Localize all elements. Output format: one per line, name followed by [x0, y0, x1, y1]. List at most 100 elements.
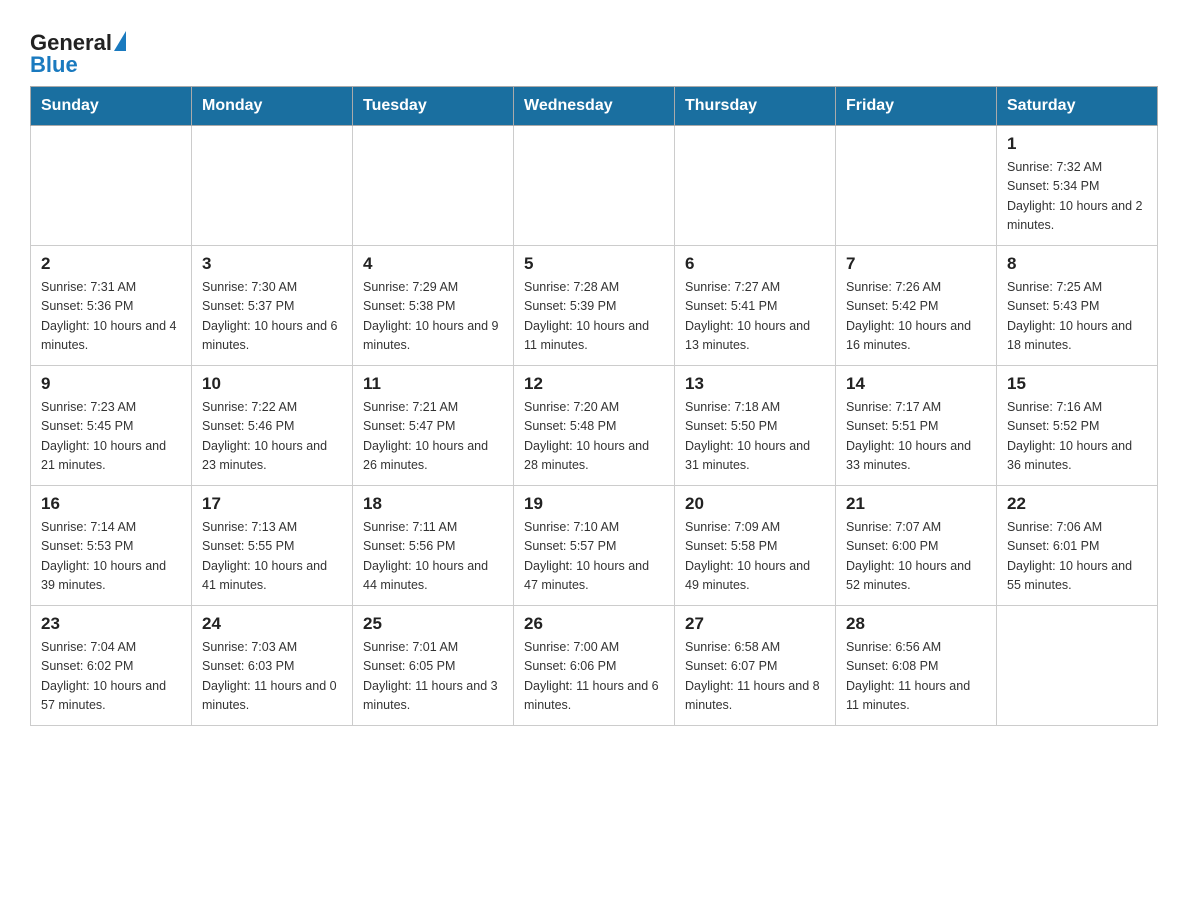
day-number: 14: [846, 374, 986, 394]
day-number: 1: [1007, 134, 1147, 154]
day-info: Sunrise: 7:28 AM Sunset: 5:39 PM Dayligh…: [524, 278, 664, 356]
calendar-cell: 23 Sunrise: 7:04 AM Sunset: 6:02 PM Dayli…: [31, 606, 192, 726]
calendar-header-wednesday: Wednesday: [514, 87, 675, 126]
day-info: Sunrise: 7:26 AM Sunset: 5:42 PM Dayligh…: [846, 278, 986, 356]
day-info: Sunrise: 7:25 AM Sunset: 5:43 PM Dayligh…: [1007, 278, 1147, 356]
day-number: 11: [363, 374, 503, 394]
day-number: 4: [363, 254, 503, 274]
calendar-cell: 7 Sunrise: 7:26 AM Sunset: 5:42 PM Daylig…: [836, 246, 997, 366]
day-info: Sunrise: 7:22 AM Sunset: 5:46 PM Dayligh…: [202, 398, 342, 476]
day-info: Sunrise: 7:03 AM Sunset: 6:03 PM Dayligh…: [202, 638, 342, 716]
calendar-cell: 26Sunrise: 7:00 AM Sunset: 6:06 PM Dayli…: [514, 606, 675, 726]
calendar-cell: 12 Sunrise: 7:20 AM Sunset: 5:48 PM Dayli…: [514, 366, 675, 486]
day-info: Sunrise: 7:07 AM Sunset: 6:00 PM Dayligh…: [846, 518, 986, 596]
calendar-cell: 15 Sunrise: 7:16 AM Sunset: 5:52 PM Dayli…: [997, 366, 1158, 486]
calendar-cell: 8 Sunrise: 7:25 AM Sunset: 5:43 PM Daylig…: [997, 246, 1158, 366]
day-number: 18: [363, 494, 503, 514]
calendar-header-friday: Friday: [836, 87, 997, 126]
day-info: Sunrise: 7:20 AM Sunset: 5:48 PM Dayligh…: [524, 398, 664, 476]
calendar-cell: 24 Sunrise: 7:03 AM Sunset: 6:03 PM Dayli…: [192, 606, 353, 726]
day-info: Sunrise: 7:11 AM Sunset: 5:56 PM Dayligh…: [363, 518, 503, 596]
calendar-cell: 28 Sunrise: 6:56 AM Sunset: 6:08 PM Dayli…: [836, 606, 997, 726]
calendar-week-row: 1 Sunrise: 7:32 AM Sunset: 5:34 PM Daylig…: [31, 126, 1158, 246]
calendar-cell: 14 Sunrise: 7:17 AM Sunset: 5:51 PM Dayli…: [836, 366, 997, 486]
calendar-cell: 19 Sunrise: 7:10 AM Sunset: 5:57 PM Dayli…: [514, 486, 675, 606]
calendar-header-monday: Monday: [192, 87, 353, 126]
calendar-cell: [675, 126, 836, 246]
calendar-cell: [997, 606, 1158, 726]
day-number: 12: [524, 374, 664, 394]
day-number: 19: [524, 494, 664, 514]
day-number: 8: [1007, 254, 1147, 274]
day-info: Sunrise: 7:32 AM Sunset: 5:34 PM Dayligh…: [1007, 158, 1147, 236]
day-info: Sunrise: 7:16 AM Sunset: 5:52 PM Dayligh…: [1007, 398, 1147, 476]
calendar-cell: 2Sunrise: 7:31 AM Sunset: 5:36 PM Daylig…: [31, 246, 192, 366]
calendar-cell: 27 Sunrise: 6:58 AM Sunset: 6:07 PM Dayli…: [675, 606, 836, 726]
day-info: Sunrise: 7:06 AM Sunset: 6:01 PM Dayligh…: [1007, 518, 1147, 596]
day-number: 27: [685, 614, 825, 634]
day-info: Sunrise: 6:58 AM Sunset: 6:07 PM Dayligh…: [685, 638, 825, 716]
day-info: Sunrise: 7:18 AM Sunset: 5:50 PM Dayligh…: [685, 398, 825, 476]
calendar-cell: 11Sunrise: 7:21 AM Sunset: 5:47 PM Dayli…: [353, 366, 514, 486]
calendar-cell: 9 Sunrise: 7:23 AM Sunset: 5:45 PM Daylig…: [31, 366, 192, 486]
calendar-header-thursday: Thursday: [675, 87, 836, 126]
day-number: 9: [41, 374, 181, 394]
calendar-week-row: 16Sunrise: 7:14 AM Sunset: 5:53 PM Dayli…: [31, 486, 1158, 606]
day-number: 23: [41, 614, 181, 634]
day-info: Sunrise: 7:27 AM Sunset: 5:41 PM Dayligh…: [685, 278, 825, 356]
calendar-cell: 10 Sunrise: 7:22 AM Sunset: 5:46 PM Dayli…: [192, 366, 353, 486]
calendar-cell: 5 Sunrise: 7:28 AM Sunset: 5:39 PM Daylig…: [514, 246, 675, 366]
calendar-header-tuesday: Tuesday: [353, 87, 514, 126]
day-number: 17: [202, 494, 342, 514]
day-info: Sunrise: 7:30 AM Sunset: 5:37 PM Dayligh…: [202, 278, 342, 356]
logo-blue: Blue: [30, 54, 78, 76]
calendar-header-saturday: Saturday: [997, 87, 1158, 126]
day-number: 7: [846, 254, 986, 274]
day-info: Sunrise: 7:13 AM Sunset: 5:55 PM Dayligh…: [202, 518, 342, 596]
calendar-cell: 3Sunrise: 7:30 AM Sunset: 5:37 PM Daylig…: [192, 246, 353, 366]
day-number: 6: [685, 254, 825, 274]
calendar-week-row: 23 Sunrise: 7:04 AM Sunset: 6:02 PM Dayli…: [31, 606, 1158, 726]
day-number: 5: [524, 254, 664, 274]
day-number: 28: [846, 614, 986, 634]
day-number: 21: [846, 494, 986, 514]
calendar-cell: 16Sunrise: 7:14 AM Sunset: 5:53 PM Dayli…: [31, 486, 192, 606]
calendar-week-row: 9 Sunrise: 7:23 AM Sunset: 5:45 PM Daylig…: [31, 366, 1158, 486]
calendar-cell: 6 Sunrise: 7:27 AM Sunset: 5:41 PM Daylig…: [675, 246, 836, 366]
calendar-cell: [514, 126, 675, 246]
calendar-week-row: 2Sunrise: 7:31 AM Sunset: 5:36 PM Daylig…: [31, 246, 1158, 366]
day-info: Sunrise: 7:29 AM Sunset: 5:38 PM Dayligh…: [363, 278, 503, 356]
calendar-cell: [31, 126, 192, 246]
calendar-cell: [353, 126, 514, 246]
logo: General Blue: [30, 32, 126, 76]
day-info: Sunrise: 7:23 AM Sunset: 5:45 PM Dayligh…: [41, 398, 181, 476]
day-number: 22: [1007, 494, 1147, 514]
calendar-header-sunday: Sunday: [31, 87, 192, 126]
calendar-cell: 20 Sunrise: 7:09 AM Sunset: 5:58 PM Dayli…: [675, 486, 836, 606]
calendar-cell: 18 Sunrise: 7:11 AM Sunset: 5:56 PM Dayli…: [353, 486, 514, 606]
day-number: 25: [363, 614, 503, 634]
day-number: 2: [41, 254, 181, 274]
day-info: Sunrise: 6:56 AM Sunset: 6:08 PM Dayligh…: [846, 638, 986, 716]
calendar-cell: 25 Sunrise: 7:01 AM Sunset: 6:05 PM Dayli…: [353, 606, 514, 726]
day-info: Sunrise: 7:01 AM Sunset: 6:05 PM Dayligh…: [363, 638, 503, 716]
day-info: Sunrise: 7:04 AM Sunset: 6:02 PM Dayligh…: [41, 638, 181, 716]
day-number: 10: [202, 374, 342, 394]
day-number: 15: [1007, 374, 1147, 394]
calendar-cell: 22 Sunrise: 7:06 AM Sunset: 6:01 PM Dayli…: [997, 486, 1158, 606]
logo-triangle-icon: [114, 31, 126, 51]
day-info: Sunrise: 7:17 AM Sunset: 5:51 PM Dayligh…: [846, 398, 986, 476]
day-number: 24: [202, 614, 342, 634]
day-info: Sunrise: 7:09 AM Sunset: 5:58 PM Dayligh…: [685, 518, 825, 596]
day-number: 20: [685, 494, 825, 514]
calendar-cell: 13 Sunrise: 7:18 AM Sunset: 5:50 PM Dayli…: [675, 366, 836, 486]
calendar-cell: 21 Sunrise: 7:07 AM Sunset: 6:00 PM Dayli…: [836, 486, 997, 606]
calendar-header-row: SundayMondayTuesdayWednesdayThursdayFrid…: [31, 87, 1158, 126]
calendar-cell: 4 Sunrise: 7:29 AM Sunset: 5:38 PM Daylig…: [353, 246, 514, 366]
calendar-cell: [836, 126, 997, 246]
calendar-table: SundayMondayTuesdayWednesdayThursdayFrid…: [30, 86, 1158, 726]
calendar-cell: [192, 126, 353, 246]
day-info: Sunrise: 7:10 AM Sunset: 5:57 PM Dayligh…: [524, 518, 664, 596]
day-number: 16: [41, 494, 181, 514]
day-number: 13: [685, 374, 825, 394]
